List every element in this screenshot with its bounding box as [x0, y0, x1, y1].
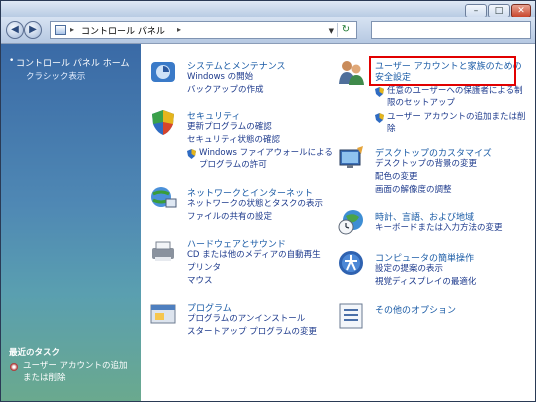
link-screen-resolution[interactable]: 画面の解像度の調整 [375, 184, 452, 196]
link-firewall[interactable]: Windows ファイアウォールによる [199, 147, 333, 159]
sidebar: • コントロール パネル ホーム クラシック表示 最近のタスク ユーザー アカウ… [1, 44, 141, 401]
control-panel-window: – □ ✕ ◀ ▶ ▸ コントロール パネル ▸ ▼ ↻ • コントロール パネ… [0, 0, 536, 402]
link-backup[interactable]: バックアップの作成 [187, 84, 264, 96]
link-color-scheme[interactable]: 配色の変更 [375, 171, 418, 183]
address-dropdown-icon[interactable]: ▼ [329, 27, 334, 35]
forward-button[interactable]: ▶ [24, 21, 42, 39]
link-check-updates[interactable]: 更新プログラムの確認 [187, 121, 272, 133]
link-desktop-background[interactable]: デスクトップの背景の変更 [375, 158, 477, 170]
link-suggest-settings[interactable]: 設定の提案の表示 [375, 263, 443, 275]
highlight-box [369, 56, 516, 86]
link-autoplay[interactable]: CD または他のメディアの自動再生 [187, 249, 321, 261]
link-parental-controls[interactable]: 任意のユーザーへの保護者による制 [387, 85, 523, 97]
link-network-status[interactable]: ネットワークの状態とタスクの表示 [187, 198, 323, 210]
close-button[interactable]: ✕ [511, 4, 531, 18]
navigation-bar: ◀ ▶ ▸ コントロール パネル ▸ ▼ ↻ [1, 17, 535, 44]
link-keyboard-input[interactable]: キーボードまたは入力方法の変更 [375, 222, 503, 234]
minimize-button[interactable]: – [465, 4, 487, 18]
maximize-button[interactable]: □ [488, 4, 510, 18]
uac-shield-icon [375, 87, 384, 97]
breadcrumb-arrow-icon[interactable]: ▸ [177, 25, 181, 34]
link-file-sharing[interactable]: ファイルの共有の設定 [187, 211, 272, 223]
uac-shield-icon [375, 113, 384, 123]
title-bar: – □ ✕ [1, 1, 535, 18]
link-mouse[interactable]: マウス [187, 275, 213, 287]
bullet-icon: • [9, 56, 15, 66]
network-icon [151, 187, 177, 208]
security-shield-icon [152, 110, 174, 135]
link-windows-start[interactable]: Windows の開始 [187, 71, 253, 83]
system-maintenance-icon [151, 62, 175, 82]
back-button[interactable]: ◀ [6, 21, 24, 39]
sidebar-home-link[interactable]: コントロール パネル ホーム [16, 56, 129, 69]
clock-globe-icon [338, 210, 363, 235]
link-firewall-cont[interactable]: プログラムの許可 [199, 159, 267, 171]
users-family-icon [339, 61, 364, 85]
uac-shield-icon [187, 149, 196, 159]
link-add-remove-user-cont[interactable]: 除 [387, 123, 396, 135]
link-uninstall[interactable]: プログラムのアンインストール [187, 313, 305, 325]
category-title-other[interactable]: その他のオプション [375, 303, 456, 316]
search-input[interactable] [371, 21, 531, 39]
category-panel: システムとメンテナンス Windows の開始 バックアップの作成 セキュリティ… [141, 44, 535, 401]
breadcrumb-control-panel[interactable]: コントロール パネル [81, 24, 165, 37]
appearance-icon [339, 146, 363, 168]
recent-task-link[interactable]: ユーザー アカウントの追加または削除 [23, 360, 135, 384]
other-options-icon [339, 303, 363, 329]
programs-icon [150, 304, 176, 324]
link-optimize-display[interactable]: 視覚ディスプレイの最適化 [375, 276, 476, 288]
control-panel-icon [55, 25, 66, 35]
link-printer[interactable]: プリンタ [187, 262, 221, 274]
link-add-remove-user[interactable]: ユーザー アカウントの追加または削 [387, 111, 526, 123]
link-startup-programs[interactable]: スタートアップ プログラムの変更 [187, 326, 317, 338]
recent-tasks-heading: 最近のタスク [9, 348, 61, 358]
link-parental-controls-cont[interactable]: 限のセットアップ [387, 97, 455, 109]
address-bar[interactable]: ▸ コントロール パネル ▸ ▼ ↻ [50, 21, 357, 39]
sidebar-classic-view-link[interactable]: クラシック表示 [26, 70, 85, 82]
breadcrumb-arrow-icon[interactable]: ▸ [70, 25, 74, 34]
hardware-sound-icon [152, 241, 174, 261]
user-accounts-small-icon [10, 363, 18, 371]
refresh-button[interactable]: ↻ [337, 23, 354, 37]
link-security-status[interactable]: セキュリティ状態の確認 [187, 134, 280, 146]
ease-of-access-icon [339, 251, 363, 275]
